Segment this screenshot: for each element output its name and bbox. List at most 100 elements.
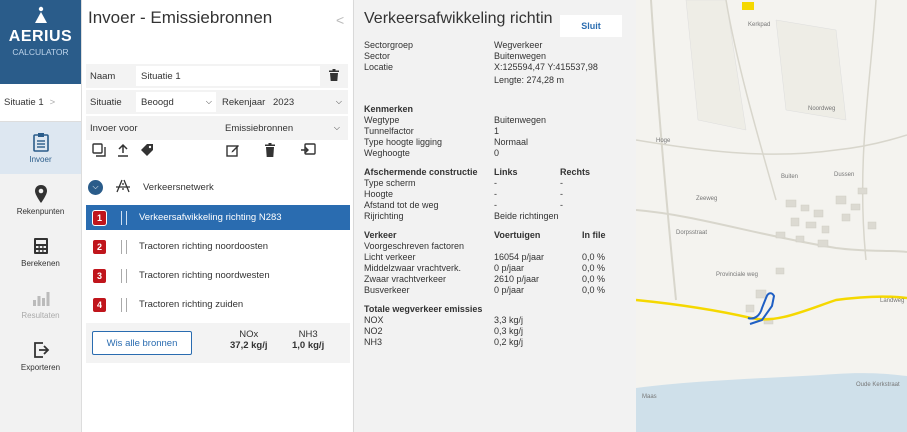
vehicles-header: Voertuigen bbox=[494, 230, 541, 240]
distance-label: Afstand tot de weg bbox=[364, 200, 439, 210]
traffic-row-vehicles: 2610 p/jaar bbox=[494, 274, 540, 284]
road-type-value: Buitenwegen bbox=[494, 115, 547, 125]
map-label: Provinciale weg bbox=[716, 272, 758, 278]
emission-label: NO2 bbox=[364, 326, 383, 336]
emission-label: NOX bbox=[364, 315, 384, 325]
year-select[interactable]: 2023 ⌵ bbox=[268, 92, 346, 112]
source-detail-panel: Verkeersafwikkeling richtin Sluit Sector… bbox=[354, 0, 636, 432]
map-label: Buiten bbox=[781, 174, 798, 180]
drag-handle-icon[interactable] bbox=[121, 268, 127, 283]
source-row[interactable]: 4 Tractoren richting zuiden bbox=[86, 292, 350, 317]
traffic-row-label: Licht verkeer bbox=[364, 252, 416, 262]
rail-item-invoer[interactable]: Invoer bbox=[0, 122, 81, 174]
rail-item-berekenen[interactable]: Berekenen bbox=[0, 226, 81, 278]
trash-icon[interactable] bbox=[328, 68, 340, 84]
traffic-row-in-file: 0,0 % bbox=[582, 263, 606, 273]
input-for-label: Invoer voor bbox=[90, 122, 138, 134]
source-label: Tractoren richting zuiden bbox=[139, 299, 244, 310]
drag-handle-icon[interactable] bbox=[121, 210, 127, 225]
brand-name: AERIUS bbox=[8, 28, 73, 45]
input-for-value: Emissiebronnen bbox=[225, 122, 294, 134]
situation-select[interactable]: Beoogd ⌵ bbox=[136, 92, 216, 112]
nh3-value: 1,0 kg/j bbox=[292, 340, 325, 351]
rail-item-exporteren[interactable]: Exporteren bbox=[0, 330, 81, 382]
map-view[interactable]: Kerkpad Hoge Dussen Dorpsstraat Provinci… bbox=[636, 0, 907, 432]
traffic-header: Verkeer bbox=[364, 230, 397, 240]
traffic-network-icon bbox=[115, 179, 131, 196]
chevron-down-icon: ⌵ bbox=[333, 123, 340, 132]
height-label: Hoogte bbox=[364, 189, 394, 199]
traffic-row-vehicles: 16054 p/jaar bbox=[494, 252, 545, 262]
source-number-badge: 4 bbox=[92, 296, 107, 313]
clipboard-icon bbox=[31, 132, 51, 152]
sector-group-value: Wegverkeer bbox=[494, 40, 543, 50]
nh3-total: NH3 1,0 kg/j bbox=[292, 329, 324, 351]
source-row[interactable]: 1 Verkeersafwikkeling richting N283 bbox=[86, 205, 350, 230]
chevron-left-icon[interactable]: < bbox=[336, 12, 344, 28]
length-value: Lengte: 274,28 m bbox=[494, 75, 565, 85]
close-button[interactable]: Sluit bbox=[560, 15, 622, 37]
tag-icon[interactable] bbox=[140, 143, 156, 159]
features-header: Kenmerken bbox=[364, 104, 414, 114]
situation-label: Situatie bbox=[90, 96, 122, 108]
distance-right: - bbox=[560, 200, 563, 210]
emission-value: 0,3 kg/j bbox=[494, 326, 524, 336]
road-height-label: Weghoogte bbox=[364, 148, 410, 158]
rail-item-rekenpunten[interactable]: Rekenpunten bbox=[0, 174, 81, 226]
input-panel: Invoer - Emissiebronnen < Naam Situatie … bbox=[82, 0, 354, 432]
nox-total: NOx 37,2 kg/j bbox=[230, 329, 268, 351]
upload-icon[interactable] bbox=[116, 143, 132, 159]
chevron-down-icon[interactable]: ⌵ bbox=[88, 179, 103, 195]
drag-handle-icon[interactable] bbox=[121, 297, 127, 312]
emission-value: 0,2 kg/j bbox=[494, 337, 524, 347]
brand-sub: CALCULATOR bbox=[12, 47, 69, 57]
import-icon[interactable] bbox=[300, 143, 316, 159]
drag-handle-icon[interactable] bbox=[121, 239, 127, 254]
edit-icon[interactable] bbox=[226, 143, 242, 159]
road-type-label: Wegtype bbox=[364, 115, 400, 125]
input-for-row: Invoer voor Emissiebronnen ⌵ bbox=[86, 116, 348, 140]
height-type-label: Type hoogte ligging bbox=[364, 137, 443, 147]
rail-item-label: Resultaten bbox=[21, 311, 60, 320]
screen-type-left: - bbox=[494, 178, 497, 188]
map-label: Noordweg bbox=[808, 106, 835, 112]
situation-nav[interactable]: Situatie 1 > bbox=[0, 84, 81, 122]
nox-value: 37,2 kg/j bbox=[230, 340, 268, 351]
source-label: Tractoren richting noordoosten bbox=[139, 241, 269, 252]
source-toolbar bbox=[90, 140, 348, 164]
map-pin-icon bbox=[31, 184, 51, 204]
screen-type-label: Type scherm bbox=[364, 178, 416, 188]
rail-item-label: Berekenen bbox=[21, 259, 60, 268]
source-number-badge: 3 bbox=[92, 267, 107, 284]
map-label: Kerkpad bbox=[748, 22, 770, 28]
copy-icon[interactable] bbox=[92, 143, 108, 159]
detail-title: Verkeersafwikkeling richtin bbox=[364, 10, 553, 27]
source-label: Tractoren richting noordwesten bbox=[139, 270, 270, 281]
traffic-row-vehicles: 0 p/jaar bbox=[494, 263, 525, 273]
source-row[interactable]: 3 Tractoren richting noordwesten bbox=[86, 263, 350, 288]
barrier-header: Afschermende constructie bbox=[364, 167, 478, 177]
chevron-right-icon: > bbox=[49, 97, 56, 108]
delete-icon[interactable] bbox=[264, 143, 280, 159]
rail-item-resultaten[interactable]: Resultaten bbox=[0, 278, 81, 330]
name-value: Situatie 1 bbox=[141, 70, 181, 82]
calculator-icon bbox=[31, 236, 51, 256]
emissions-header: Totale wegverkeer emissies bbox=[364, 304, 483, 314]
left-label: Links bbox=[494, 167, 518, 177]
source-row[interactable]: 2 Tractoren richting noordoosten bbox=[86, 234, 350, 259]
input-for-select[interactable]: Emissiebronnen ⌵ bbox=[220, 118, 344, 138]
chevron-down-icon: ⌵ bbox=[335, 97, 342, 106]
traffic-row-label: Middelzwaar vrachtverk. bbox=[364, 263, 462, 273]
emission-label: NH3 bbox=[364, 337, 383, 347]
name-field[interactable]: Situatie 1 bbox=[136, 66, 320, 86]
traffic-row-in-file: 0,0 % bbox=[582, 274, 606, 284]
nh3-label: NH3 bbox=[298, 329, 318, 340]
clear-all-sources-button[interactable]: Wis alle bronnen bbox=[92, 331, 192, 355]
sector-value: Buitenwegen bbox=[494, 51, 547, 61]
network-group[interactable]: ⌵ Verkeersnetwerk bbox=[88, 176, 350, 198]
right-label: Rechts bbox=[560, 167, 591, 177]
prescribed-factors-label: Voorgeschreven factoren bbox=[364, 241, 465, 251]
map-canvas[interactable]: Kerkpad Hoge Dussen Dorpsstraat Provinci… bbox=[636, 0, 907, 432]
name-label: Naam bbox=[90, 70, 116, 82]
source-number-badge: 1 bbox=[92, 209, 107, 226]
